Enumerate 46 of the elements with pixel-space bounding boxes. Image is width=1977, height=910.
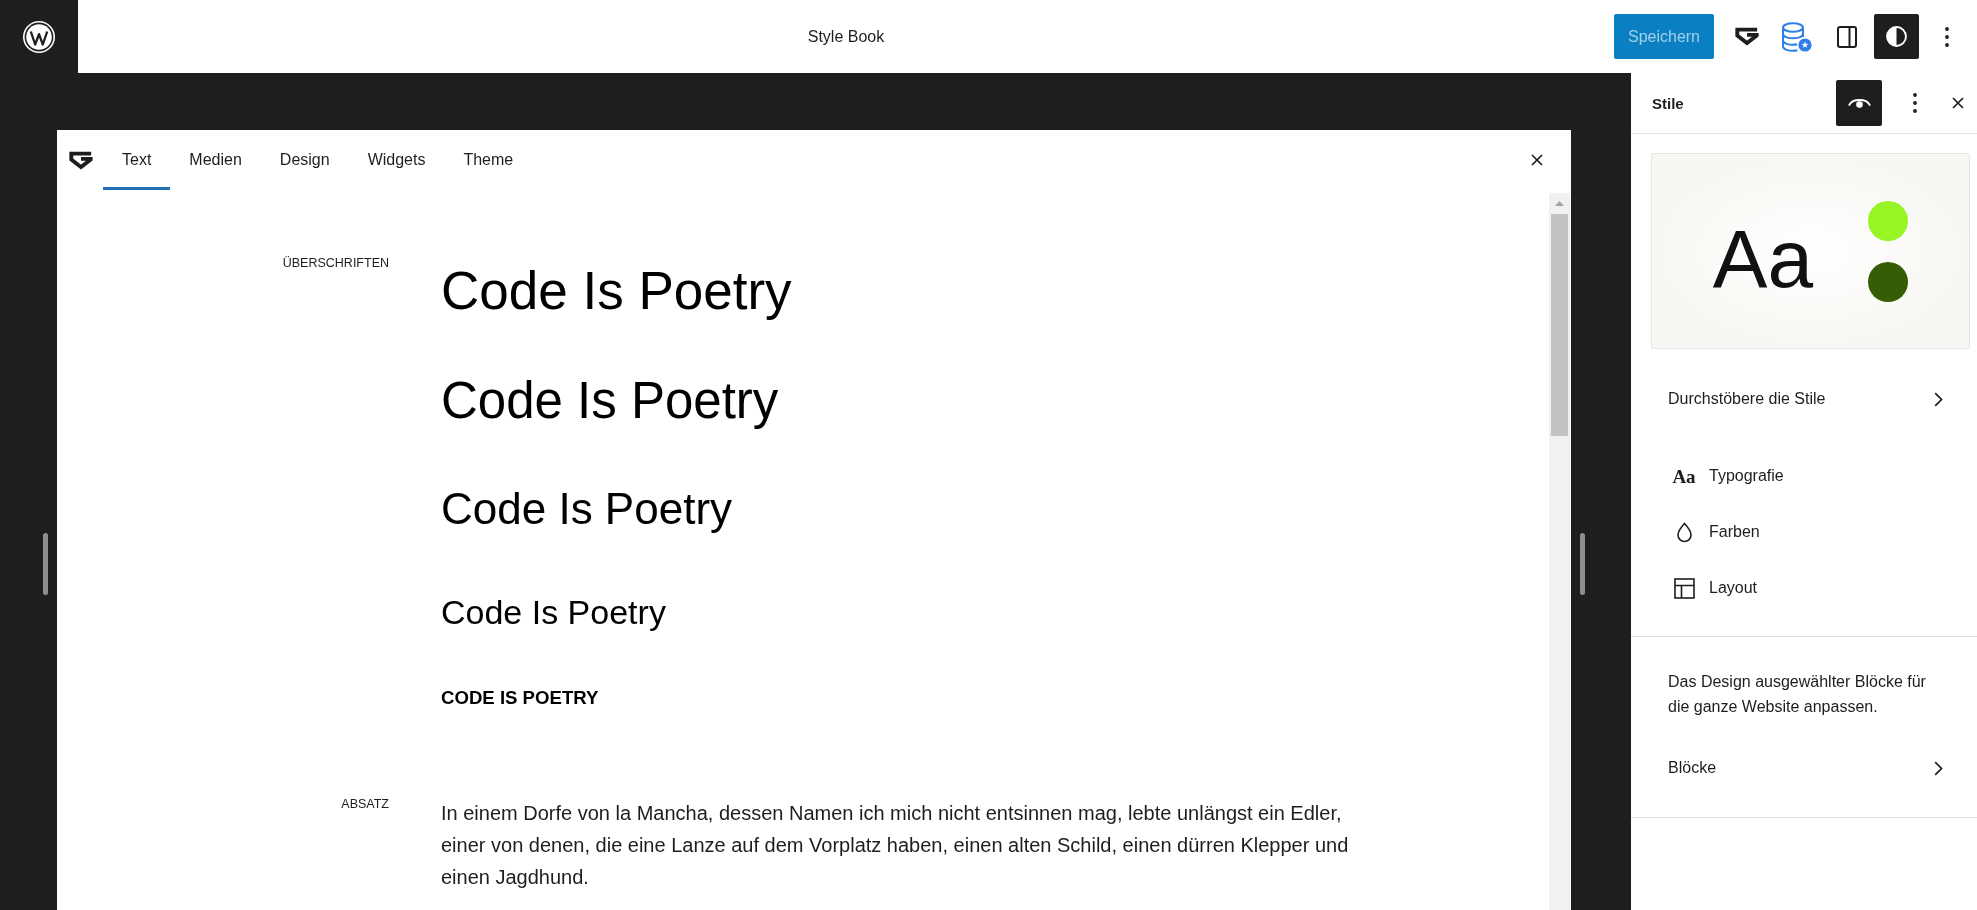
database-icon — [1781, 21, 1812, 52]
heading: Code Is Poetry — [441, 370, 779, 431]
more-icon — [1944, 26, 1949, 47]
drop-icon — [1675, 521, 1693, 543]
sample-text: Aa — [1712, 217, 1814, 300]
chevron-right-icon — [1934, 391, 1943, 407]
shield-logo-icon — [1734, 27, 1759, 46]
blocks-description: Das Design ausgewählter Blöcke für die ganze Website anpassen. — [1668, 672, 1927, 717]
scrollbar-thumb[interactable] — [1551, 214, 1568, 436]
sidebar-icon — [1836, 25, 1857, 48]
heading: Code Is Poetry — [441, 482, 733, 535]
styles-button[interactable] — [1874, 14, 1919, 59]
letters-icon: Aa — [1672, 466, 1696, 486]
tab[interactable]: Text — [103, 130, 171, 190]
heading: Code Is Poetry — [441, 591, 666, 633]
tab[interactable]: Widgets — [348, 130, 445, 190]
menu-item[interactable]: Aa Typografie — [1651, 448, 1970, 504]
eye-icon — [1847, 98, 1871, 108]
heading: Code Is Poetry — [441, 260, 792, 322]
panel-title: Stile — [1652, 94, 1684, 112]
blocks-item[interactable]: Blöcke — [1651, 743, 1970, 793]
tab[interactable]: Theme — [444, 130, 533, 190]
close-icon — [1952, 97, 1964, 109]
logo-button[interactable] — [0, 0, 78, 73]
chevron-right-icon — [1934, 760, 1943, 776]
logo-icon — [23, 20, 55, 53]
more-icon — [1913, 93, 1917, 113]
tab[interactable]: Design — [260, 130, 349, 190]
scrollbar[interactable] — [1549, 193, 1570, 910]
menu-item[interactable]: Farben — [1651, 504, 1970, 560]
resize-handle[interactable] — [1580, 533, 1585, 595]
paragraph-text: In einem Dorfe von la Mancha, dessen Namen ich mich nicht entsinnen mag, lebte unlängst ein Edler, einer von denen, die eine Lanze auf dem Vorplatz haben, einen alten Schild, einen dürren Klepper und einen Jagdhund. — [441, 800, 1350, 890]
heading: CODE IS POETRY — [441, 687, 599, 710]
tab[interactable]: Medien — [170, 130, 261, 190]
browse-styles-item[interactable]: Durchstöbere die Stile — [1651, 374, 1970, 424]
layout-icon — [1673, 577, 1695, 599]
document-title: Style Book — [807, 27, 885, 46]
section-label: ÜBERSCHRIFTEN — [282, 256, 389, 271]
shield-logo-icon — [69, 150, 93, 170]
menu-item[interactable]: Layout — [1651, 560, 1970, 616]
triangle-up-icon[interactable] — [1555, 201, 1564, 206]
close-icon — [1531, 154, 1543, 166]
resize-handle[interactable] — [43, 533, 48, 595]
contrast-icon — [1886, 26, 1907, 47]
section-label: ABSATZ — [341, 796, 389, 812]
preview-toggle-button[interactable] — [1836, 80, 1882, 126]
